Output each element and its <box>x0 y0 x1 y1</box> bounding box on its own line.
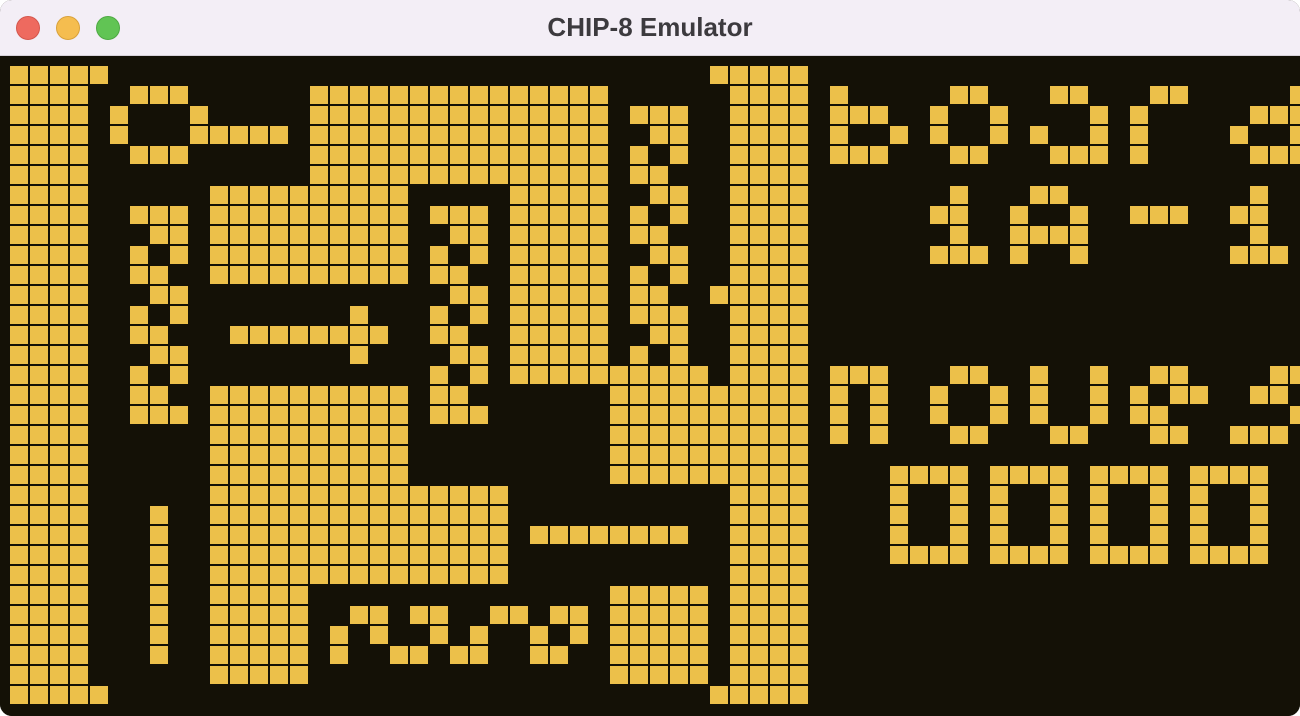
chip8-display <box>10 66 1300 704</box>
moves-counter <box>890 466 1268 564</box>
puzzle-board <box>10 66 808 704</box>
emulator-window: CHIP-8 Emulator <box>0 0 1300 716</box>
board-label <box>830 86 1300 164</box>
emulator-screen[interactable] <box>0 56 1300 716</box>
board-id <box>930 186 1288 264</box>
title-bar[interactable]: CHIP-8 Emulator <box>0 0 1300 56</box>
window-title: CHIP-8 Emulator <box>547 12 753 42</box>
moves-label <box>830 366 1300 444</box>
